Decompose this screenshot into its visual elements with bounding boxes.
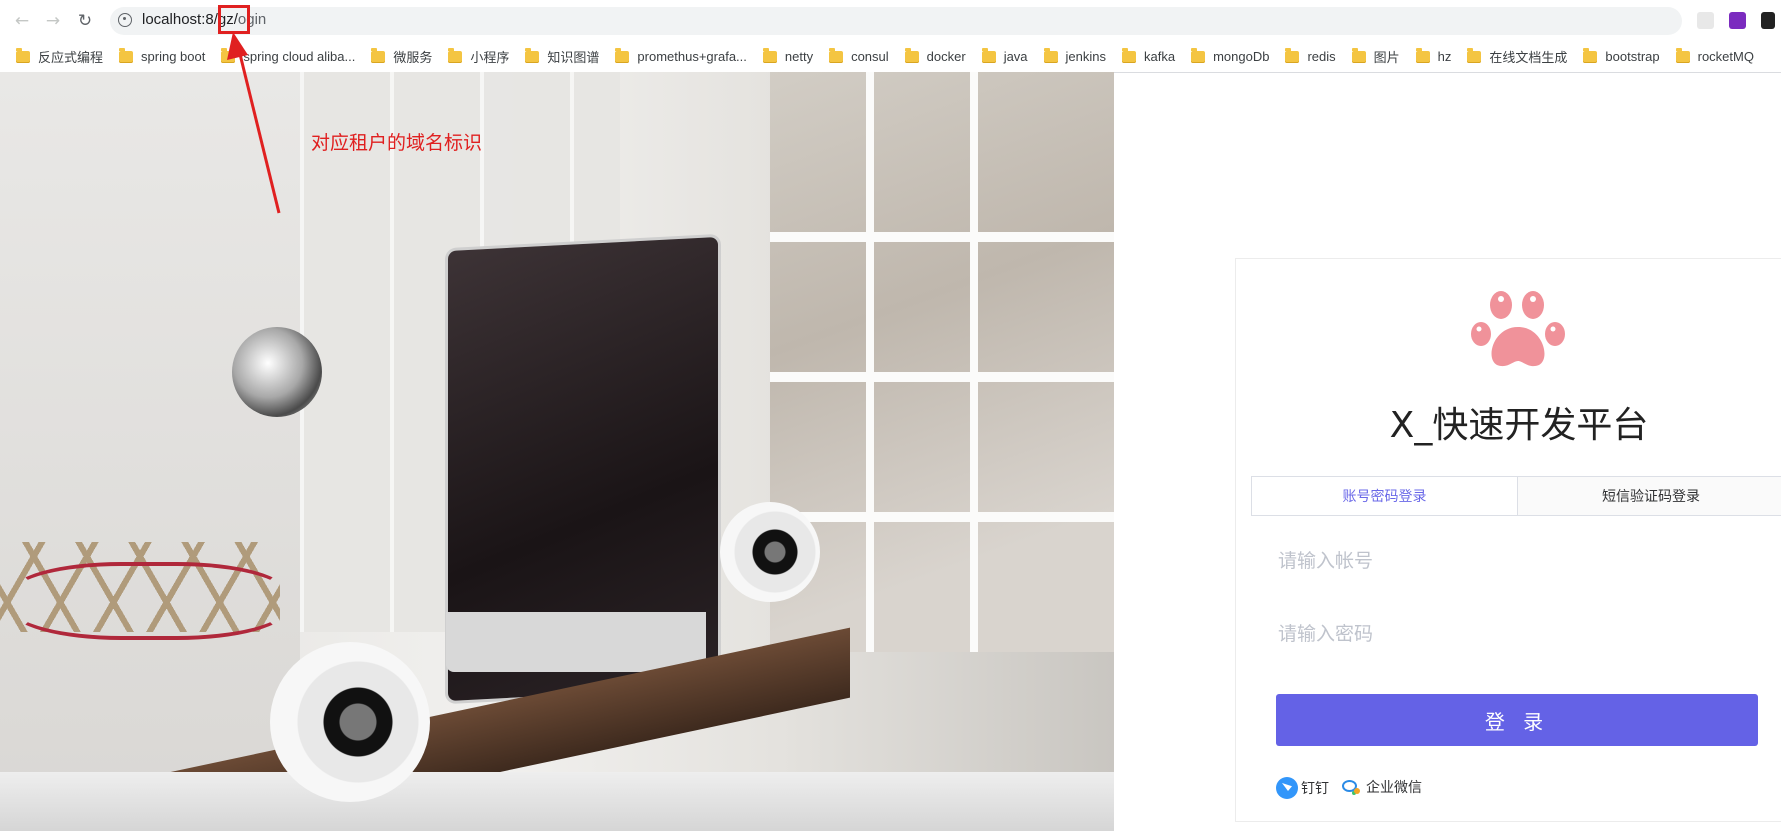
url-highlight-box	[218, 5, 250, 34]
extension-icon[interactable]	[1729, 12, 1746, 29]
bookmark-label: netty	[784, 49, 814, 64]
folder-icon	[904, 47, 919, 63]
bookmark-item[interactable]: spring cloud aliba...	[221, 47, 356, 64]
paw-icon	[1471, 291, 1565, 367]
bookmarks-bar: 反应式编程 spring boot spring cloud aliba... 微服务…	[0, 41, 1781, 73]
bookmark-item[interactable]: hz	[1415, 47, 1452, 64]
bookmark-item[interactable]: netty	[762, 47, 814, 64]
folder-icon	[1191, 47, 1206, 63]
back-arrow-icon[interactable]: ←	[10, 9, 34, 33]
folder-icon	[762, 47, 777, 63]
folder-icon	[1043, 47, 1058, 63]
bookmark-item[interactable]: rocketMQ	[1675, 47, 1754, 64]
bookmark-item[interactable]: java	[981, 47, 1028, 64]
bookmark-item[interactable]: promethus+grafa...	[615, 47, 747, 64]
bookmark-item[interactable]: docker	[904, 47, 966, 64]
dingtalk-login-link[interactable]: 钉钉	[1276, 777, 1329, 799]
bookmark-label: java	[1003, 49, 1028, 64]
bookmark-item[interactable]: kafka	[1122, 47, 1176, 64]
bookmark-label: jenkins	[1065, 49, 1107, 64]
dingtalk-label: 钉钉	[1301, 781, 1329, 797]
folder-icon	[1675, 47, 1690, 63]
bookmark-label: 反应式编程	[38, 50, 104, 65]
bookmark-label: 小程序	[470, 50, 510, 65]
bookmark-item[interactable]: mongoDb	[1191, 47, 1270, 64]
folder-icon	[525, 47, 540, 63]
folder-icon	[1351, 47, 1366, 63]
reload-icon[interactable]: ↻	[73, 9, 97, 33]
browser-toolbar: ← → ↻ localhost:8/gz/ogin	[0, 0, 1781, 41]
wecom-label: 企业微信	[1366, 780, 1422, 796]
bookmark-item[interactable]: spring boot	[119, 47, 206, 64]
bookmark-label: 知识图谱	[547, 50, 600, 65]
password-input[interactable]	[1276, 611, 1760, 657]
bookmark-label: mongoDb	[1213, 49, 1270, 64]
bookmark-label: 图片	[1373, 50, 1400, 65]
folder-icon	[119, 47, 134, 63]
extension-icon[interactable]	[1697, 12, 1714, 29]
folder-icon	[615, 47, 630, 63]
photo-window	[770, 72, 1114, 652]
bookmark-label: kafka	[1144, 49, 1176, 64]
bookmark-label: hz	[1437, 49, 1452, 64]
photo-speaker	[270, 642, 430, 802]
folder-icon	[221, 47, 236, 63]
login-tabs: 账号密码登录 短信验证码登录	[1251, 476, 1781, 516]
bookmark-label: spring cloud aliba...	[243, 49, 356, 64]
bookmark-item[interactable]: 小程序	[448, 47, 509, 66]
bookmark-label: docker	[926, 49, 966, 64]
folder-icon	[829, 47, 844, 63]
bookmark-label: 在线文档生成	[1489, 50, 1568, 65]
bookmark-item[interactable]: jenkins	[1043, 47, 1107, 64]
background-photo	[0, 72, 1114, 831]
login-button[interactable]: 登 录	[1276, 694, 1758, 746]
tab-account-password[interactable]: 账号密码登录	[1252, 477, 1518, 515]
folder-icon	[1467, 47, 1482, 63]
extension-icon[interactable]	[1761, 12, 1775, 29]
photo-wall	[0, 72, 300, 831]
folder-icon	[981, 47, 996, 63]
bookmark-label: spring boot	[141, 49, 206, 64]
address-bar[interactable]: localhost:8/gz/ogin	[110, 7, 1682, 35]
photo-speaker	[720, 502, 820, 602]
bookmark-item[interactable]: consul	[829, 47, 889, 64]
bookmark-label: bootstrap	[1605, 49, 1660, 64]
url-host: localhost:8	[142, 11, 214, 28]
bookmark-item[interactable]: 图片	[1351, 47, 1400, 66]
bookmark-item[interactable]: bootstrap	[1583, 47, 1660, 64]
bookmark-label: rocketMQ	[1697, 49, 1754, 64]
bookmark-label: promethus+grafa...	[637, 49, 747, 64]
folder-icon	[1285, 47, 1300, 63]
annotation-text: 对应租户的域名标识	[311, 132, 483, 154]
photo-lamp-bulb	[232, 327, 322, 417]
wecom-login-link[interactable]: 企业微信	[1342, 777, 1422, 797]
photo-desk	[0, 772, 1114, 831]
site-info-icon[interactable]	[118, 13, 132, 27]
folder-icon	[16, 47, 30, 63]
folder-icon	[1122, 47, 1137, 63]
bookmark-item[interactable]: 微服务	[371, 47, 432, 66]
tab-sms-code[interactable]: 短信验证码登录	[1518, 477, 1781, 515]
dingtalk-icon	[1276, 777, 1298, 799]
photo-monitor-chin	[446, 612, 706, 672]
bookmark-item[interactable]: 反应式编程	[16, 47, 103, 66]
folder-icon	[1415, 47, 1430, 63]
bookmark-label: consul	[851, 49, 889, 64]
photo-cord	[10, 562, 288, 640]
wecom-icon	[1342, 778, 1362, 796]
bookmark-label: redis	[1307, 49, 1336, 64]
folder-icon	[1583, 47, 1598, 63]
bookmark-item[interactable]: redis	[1285, 47, 1336, 64]
bookmark-label: 微服务	[393, 50, 433, 65]
login-card: X_快速开发平台 账号密码登录 短信验证码登录 登 录 钉钉 企业微信	[1235, 258, 1781, 822]
platform-title: X_快速开发平台	[1389, 405, 1649, 446]
account-input[interactable]	[1276, 538, 1760, 584]
folder-icon	[371, 47, 386, 63]
bookmark-item[interactable]: 知识图谱	[525, 47, 599, 66]
folder-icon	[448, 47, 463, 63]
forward-arrow-icon[interactable]: →	[41, 9, 65, 33]
bookmark-item[interactable]: 在线文档生成	[1467, 47, 1567, 66]
